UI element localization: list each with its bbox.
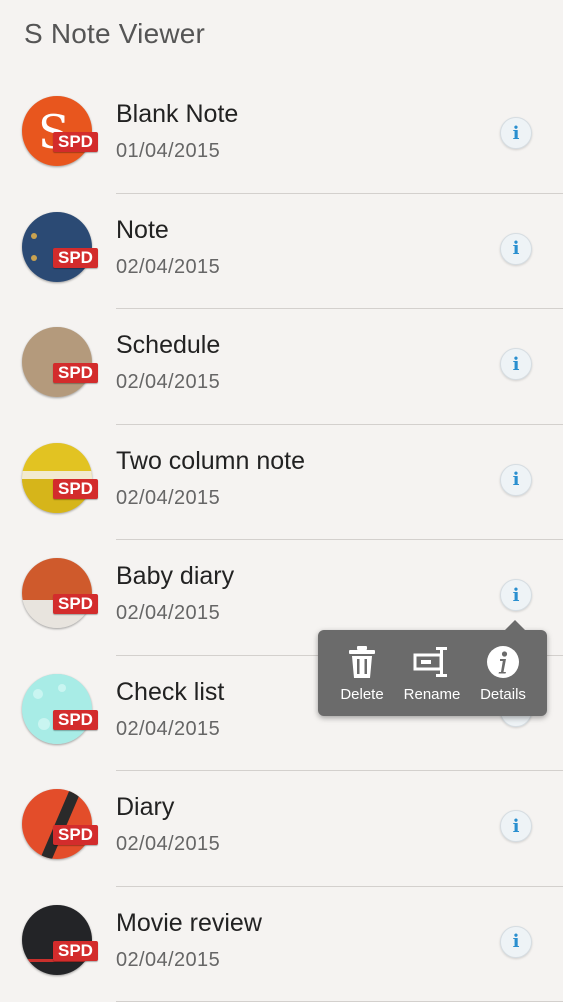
list-item[interactable]: SPD Diary 02/04/2015 i	[0, 771, 563, 887]
note-list: S SPD Blank Note 01/04/2015 i SPD Note 0…	[0, 78, 563, 1002]
note-date: 02/04/2015	[116, 487, 220, 510]
info-icon[interactable]: i	[500, 348, 532, 380]
info-circle-icon	[486, 644, 520, 680]
info-icon[interactable]: i	[500, 926, 532, 958]
list-item[interactable]: SPD Two column note 02/04/2015 i	[0, 425, 563, 541]
info-icon[interactable]: i	[500, 464, 532, 496]
note-cover-icon	[22, 212, 92, 282]
list-item[interactable]: SPD Note 02/04/2015 i	[0, 194, 563, 310]
rename-label: Rename	[404, 686, 461, 703]
note-date: 02/04/2015	[116, 718, 220, 741]
popup-pointer	[505, 620, 525, 630]
note-date: 02/04/2015	[116, 833, 220, 856]
spd-badge: SPD	[53, 594, 98, 614]
spd-badge: SPD	[53, 825, 98, 845]
app-title: S Note Viewer	[24, 18, 205, 50]
spd-badge: SPD	[53, 132, 98, 152]
info-icon[interactable]: i	[500, 579, 532, 611]
rename-icon	[413, 644, 451, 680]
note-actions-popup: Delete Rename Details	[318, 630, 547, 716]
baby-diary-cover-icon	[22, 558, 92, 628]
spd-badge: SPD	[53, 941, 98, 961]
note-name: Note	[116, 216, 169, 245]
info-icon[interactable]: i	[500, 810, 532, 842]
movie-review-cover-icon	[22, 905, 92, 975]
schedule-cover-icon	[22, 327, 92, 397]
note-name: Diary	[116, 793, 174, 822]
note-date: 02/04/2015	[116, 256, 220, 279]
details-button[interactable]: Details	[468, 630, 538, 716]
spd-badge: SPD	[53, 248, 98, 268]
list-item[interactable]: S SPD Blank Note 01/04/2015 i	[0, 78, 563, 194]
trash-icon	[347, 644, 377, 680]
note-date: 02/04/2015	[116, 949, 220, 972]
spd-badge: SPD	[53, 363, 98, 383]
note-name: Blank Note	[116, 100, 238, 129]
details-label: Details	[480, 686, 526, 703]
list-item[interactable]: SPD Movie review 02/04/2015 i	[0, 887, 563, 1002]
list-item[interactable]: SPD Schedule 02/04/2015 i	[0, 309, 563, 425]
note-date: 01/04/2015	[116, 140, 220, 163]
two-column-cover-icon	[22, 443, 92, 513]
note-name: Check list	[116, 678, 224, 707]
blank-note-cover-icon: S	[22, 96, 92, 166]
check-list-cover-icon	[22, 674, 92, 744]
delete-button[interactable]: Delete	[327, 630, 397, 716]
note-name: Baby diary	[116, 562, 234, 591]
note-name: Movie review	[116, 909, 262, 938]
delete-label: Delete	[340, 686, 383, 703]
rename-button[interactable]: Rename	[397, 630, 467, 716]
spd-badge: SPD	[53, 710, 98, 730]
note-date: 02/04/2015	[116, 371, 220, 394]
spd-badge: SPD	[53, 479, 98, 499]
diary-cover-icon	[22, 789, 92, 859]
note-name: Schedule	[116, 331, 220, 360]
note-name: Two column note	[116, 447, 305, 476]
note-date: 02/04/2015	[116, 602, 220, 625]
info-icon[interactable]: i	[500, 117, 532, 149]
info-icon[interactable]: i	[500, 233, 532, 265]
